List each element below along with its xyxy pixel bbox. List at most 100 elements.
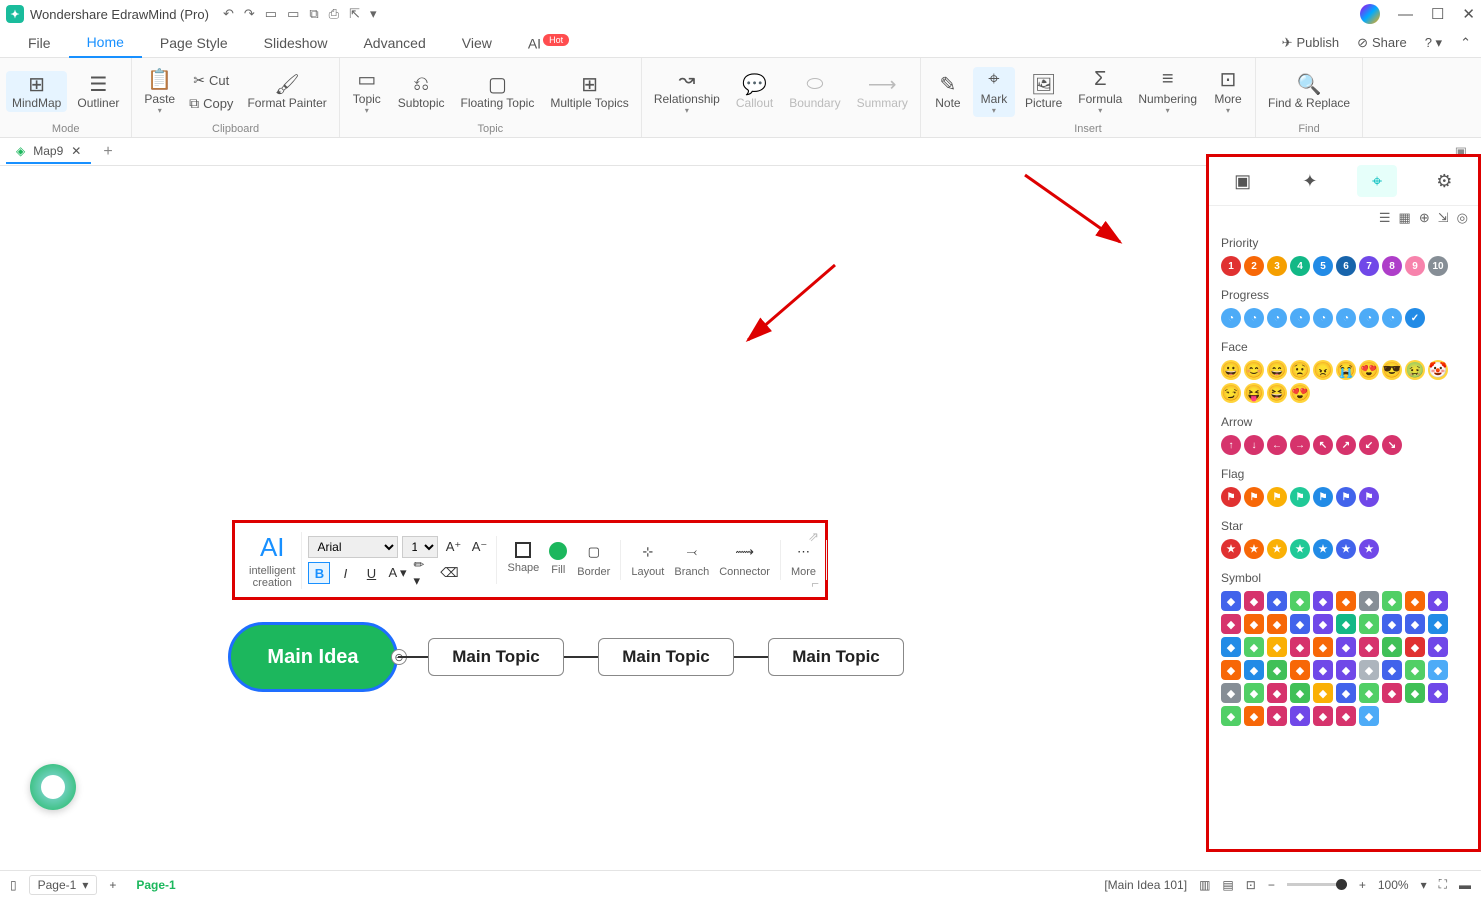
font-family-select[interactable]: Arial bbox=[308, 536, 398, 558]
qat-more-icon[interactable]: ▾ bbox=[370, 6, 377, 22]
ai-creation-button[interactable]: AI intelligent creation bbox=[243, 532, 302, 589]
symbol-mark-15[interactable]: ◆ bbox=[1313, 614, 1333, 634]
undo-icon[interactable]: ↶ bbox=[223, 6, 234, 22]
save-icon[interactable]: ▭ bbox=[287, 6, 299, 22]
star-mark-6[interactable]: ★ bbox=[1336, 539, 1356, 559]
fill-button[interactable]: Fill bbox=[545, 540, 571, 580]
topic-node-3[interactable]: Main Topic bbox=[768, 638, 904, 676]
topic-node-1[interactable]: Main Topic bbox=[428, 638, 564, 676]
mark-button[interactable]: ⌖Mark▾ bbox=[973, 67, 1015, 117]
symbol-mark-21[interactable]: ◆ bbox=[1221, 637, 1241, 657]
symbol-mark-3[interactable]: ◆ bbox=[1267, 591, 1287, 611]
picture-button[interactable]: 🖼Picture bbox=[1019, 71, 1068, 112]
progress-mark-8[interactable]: ◔ bbox=[1382, 308, 1402, 328]
star-mark-2[interactable]: ★ bbox=[1244, 539, 1264, 559]
symbol-mark-48[interactable]: ◆ bbox=[1382, 683, 1402, 703]
face-mark-3[interactable]: 😄 bbox=[1267, 360, 1287, 380]
progress-mark-6[interactable]: ◔ bbox=[1336, 308, 1356, 328]
symbol-mark-27[interactable]: ◆ bbox=[1359, 637, 1379, 657]
priority-mark-6[interactable]: 6 bbox=[1336, 256, 1356, 276]
face-mark-4[interactable]: 😟 bbox=[1290, 360, 1310, 380]
tab-ai[interactable]: AIHot bbox=[510, 28, 587, 58]
face-mark-7[interactable]: 😍 bbox=[1359, 360, 1379, 380]
page-tab[interactable]: Page-1 bbox=[128, 878, 183, 892]
priority-mark-5[interactable]: 5 bbox=[1313, 256, 1333, 276]
symbol-mark-19[interactable]: ◆ bbox=[1405, 614, 1425, 634]
symbol-mark-56[interactable]: ◆ bbox=[1336, 706, 1356, 726]
add-page-button[interactable]: + bbox=[109, 878, 116, 892]
symbol-mark-22[interactable]: ◆ bbox=[1244, 637, 1264, 657]
outliner-mode-button[interactable]: ☰Outliner bbox=[71, 71, 125, 112]
symbol-mark-33[interactable]: ◆ bbox=[1267, 660, 1287, 680]
callout-button[interactable]: 💬Callout bbox=[730, 71, 779, 112]
symbol-mark-9[interactable]: ◆ bbox=[1405, 591, 1425, 611]
tab-view[interactable]: View bbox=[444, 29, 510, 57]
close-icon[interactable]: ✕ bbox=[1462, 5, 1475, 23]
symbol-mark-41[interactable]: ◆ bbox=[1221, 683, 1241, 703]
symbol-mark-20[interactable]: ◆ bbox=[1428, 614, 1448, 634]
symbol-mark-10[interactable]: ◆ bbox=[1428, 591, 1448, 611]
zoom-percent[interactable]: 100% bbox=[1378, 878, 1409, 892]
star-mark-4[interactable]: ★ bbox=[1290, 539, 1310, 559]
arrow-mark-7[interactable]: ↙ bbox=[1359, 435, 1379, 455]
format-painter-button[interactable]: 🖌Format Painter bbox=[241, 71, 332, 112]
priority-mark-4[interactable]: 4 bbox=[1290, 256, 1310, 276]
symbol-mark-4[interactable]: ◆ bbox=[1290, 591, 1310, 611]
cut-button[interactable]: ✂Cut bbox=[185, 70, 237, 91]
face-mark-12[interactable]: 😝 bbox=[1244, 383, 1264, 403]
publish-button[interactable]: ✈Publish bbox=[1282, 35, 1340, 51]
add-tab-button[interactable]: + bbox=[97, 143, 118, 161]
zoom-slider[interactable] bbox=[1287, 883, 1347, 886]
pin-icon[interactable]: ⇗ bbox=[808, 529, 819, 545]
assistant-button[interactable] bbox=[30, 764, 76, 810]
priority-mark-8[interactable]: 8 bbox=[1382, 256, 1402, 276]
symbol-mark-52[interactable]: ◆ bbox=[1244, 706, 1264, 726]
arrow-mark-5[interactable]: ↖ bbox=[1313, 435, 1333, 455]
arrow-mark-4[interactable]: → bbox=[1290, 435, 1310, 455]
priority-mark-3[interactable]: 3 bbox=[1267, 256, 1287, 276]
progress-mark-4[interactable]: ◔ bbox=[1290, 308, 1310, 328]
panel-tab-settings[interactable]: ⚙ bbox=[1424, 165, 1464, 197]
symbol-mark-14[interactable]: ◆ bbox=[1290, 614, 1310, 634]
tab-advanced[interactable]: Advanced bbox=[345, 29, 443, 57]
progress-mark-3[interactable]: ◔ bbox=[1267, 308, 1287, 328]
minimize-icon[interactable]: — bbox=[1398, 6, 1413, 23]
redo-icon[interactable]: ↷ bbox=[244, 6, 255, 22]
symbol-mark-51[interactable]: ◆ bbox=[1221, 706, 1241, 726]
arrow-mark-3[interactable]: ← bbox=[1267, 435, 1287, 455]
symbol-mark-7[interactable]: ◆ bbox=[1359, 591, 1379, 611]
zoom-out-button[interactable]: − bbox=[1268, 878, 1275, 892]
face-mark-6[interactable]: 😭 bbox=[1336, 360, 1356, 380]
face-mark-2[interactable]: 😊 bbox=[1244, 360, 1264, 380]
view-mode-1-icon[interactable]: ▥ bbox=[1199, 878, 1210, 892]
more-insert-button[interactable]: ⊡More▾ bbox=[1207, 67, 1249, 117]
star-mark-5[interactable]: ★ bbox=[1313, 539, 1333, 559]
branch-button[interactable]: ⤙Branch bbox=[670, 540, 713, 580]
symbol-mark-43[interactable]: ◆ bbox=[1267, 683, 1287, 703]
symbol-mark-49[interactable]: ◆ bbox=[1405, 683, 1425, 703]
close-tab-icon[interactable]: ✕ bbox=[71, 144, 81, 158]
priority-mark-10[interactable]: 10 bbox=[1428, 256, 1448, 276]
numbering-button[interactable]: ≡Numbering▾ bbox=[1132, 67, 1203, 117]
progress-mark-1[interactable]: ◔ bbox=[1221, 308, 1241, 328]
progress-mark-5[interactable]: ◔ bbox=[1313, 308, 1333, 328]
boundary-button[interactable]: ⬭Boundary bbox=[783, 71, 846, 112]
floating-topic-button[interactable]: ▢Floating Topic bbox=[455, 71, 541, 112]
export-icon[interactable]: ⇱ bbox=[349, 6, 360, 22]
arrow-mark-6[interactable]: ↗ bbox=[1336, 435, 1356, 455]
border-button[interactable]: ▢Border bbox=[573, 540, 614, 580]
settings-icon[interactable]: ◎ bbox=[1457, 210, 1468, 226]
shape-button[interactable]: Shape bbox=[503, 540, 543, 580]
priority-mark-1[interactable]: 1 bbox=[1221, 256, 1241, 276]
layout-button[interactable]: ⊹Layout bbox=[627, 540, 668, 580]
user-avatar-icon[interactable] bbox=[1360, 4, 1380, 24]
relationship-button[interactable]: ↝Relationship▾ bbox=[648, 67, 726, 117]
symbol-mark-45[interactable]: ◆ bbox=[1313, 683, 1333, 703]
arrow-mark-8[interactable]: ↘ bbox=[1382, 435, 1402, 455]
font-color-button[interactable]: A ▾ bbox=[386, 562, 408, 584]
summary-button[interactable]: ⟶Summary bbox=[851, 71, 914, 112]
symbol-mark-12[interactable]: ◆ bbox=[1244, 614, 1264, 634]
symbol-mark-11[interactable]: ◆ bbox=[1221, 614, 1241, 634]
symbol-mark-42[interactable]: ◆ bbox=[1244, 683, 1264, 703]
symbol-mark-8[interactable]: ◆ bbox=[1382, 591, 1402, 611]
